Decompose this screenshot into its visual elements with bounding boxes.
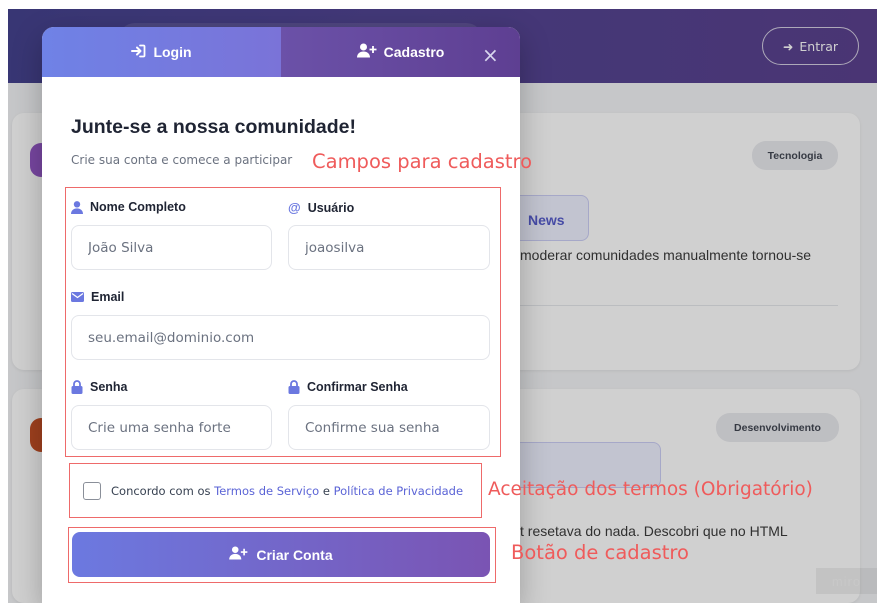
- annotation-botao: Botão de cadastro: [511, 541, 689, 564]
- close-icon[interactable]: ×: [482, 45, 499, 65]
- tab-login[interactable]: Login: [42, 27, 281, 77]
- tab-login-label: Login: [153, 44, 192, 60]
- annotation-box-campos: [65, 187, 501, 457]
- screen: ➜ Entrar Tecnologia Desenvolvimento News…: [0, 0, 877, 603]
- user-plus-icon: [356, 43, 377, 61]
- annotation-box-botao: [68, 527, 496, 583]
- annotation-campos: Campos para cadastro: [312, 150, 533, 173]
- modal-subtitle: Crie sua conta e comece a participar: [71, 153, 293, 167]
- miro-watermark: miro: [816, 568, 877, 594]
- annotation-box-termos: [69, 463, 482, 518]
- modal-title: Junte-se a nossa comunidade!: [71, 116, 356, 138]
- annotation-termos: Aceitação dos termos (Obrigatório): [488, 479, 813, 500]
- modal-tabs: Login Cadastro: [42, 27, 520, 77]
- tab-cadastro-label: Cadastro: [383, 44, 445, 60]
- sign-in-icon: [131, 44, 146, 61]
